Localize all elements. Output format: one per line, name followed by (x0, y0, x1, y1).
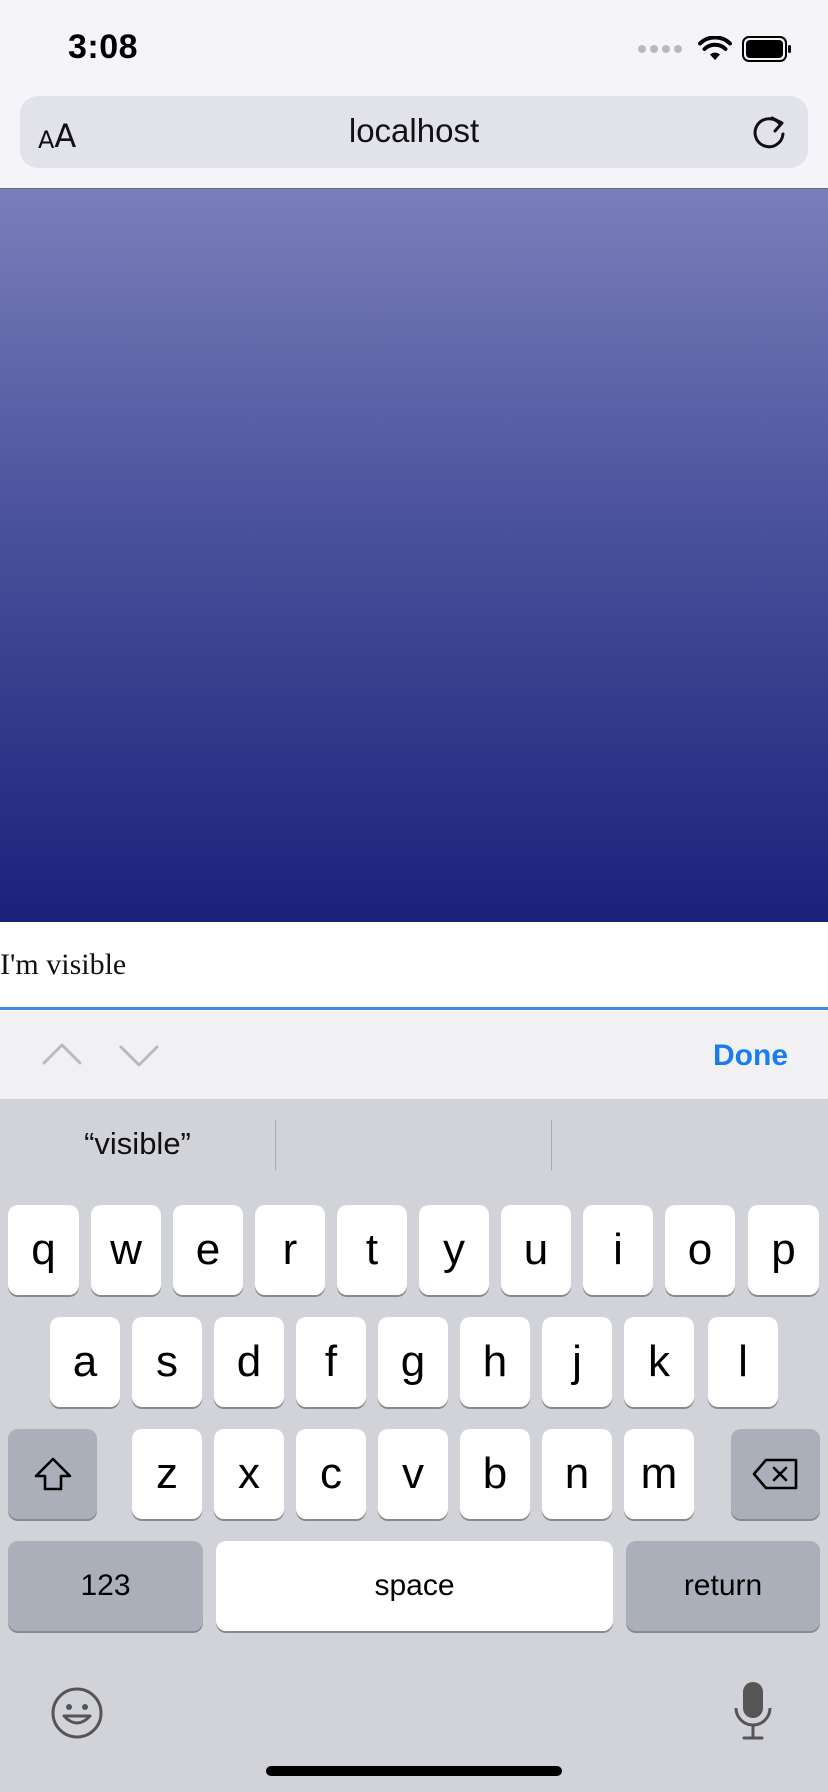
key-c[interactable]: c (296, 1429, 366, 1519)
suggestion-1[interactable]: “visible” (0, 1100, 275, 1188)
key-k[interactable]: k (624, 1317, 694, 1407)
key-g[interactable]: g (378, 1317, 448, 1407)
chevron-up-icon[interactable] (40, 1035, 84, 1075)
done-button[interactable]: Done (713, 1039, 788, 1073)
key-x[interactable]: x (214, 1429, 284, 1519)
key-t[interactable]: t (337, 1205, 407, 1295)
wifi-icon (698, 36, 732, 60)
text-field-value: I'm visible (0, 948, 127, 981)
url-text[interactable]: localhost (20, 112, 808, 150)
key-q[interactable]: q (8, 1205, 79, 1295)
shift-key[interactable] (8, 1429, 97, 1519)
key-d[interactable]: d (214, 1317, 284, 1407)
key-l[interactable]: l (708, 1317, 778, 1407)
text-input-field[interactable]: I'm visible (0, 922, 828, 1010)
return-key[interactable]: return (626, 1541, 820, 1631)
key-u[interactable]: u (501, 1205, 571, 1295)
key-o[interactable]: o (665, 1205, 735, 1295)
status-icons (638, 34, 792, 64)
key-w[interactable]: w (91, 1205, 161, 1295)
key-v[interactable]: v (378, 1429, 448, 1519)
key-s[interactable]: s (132, 1317, 202, 1407)
signal-icon (638, 45, 682, 53)
key-m[interactable]: m (624, 1429, 694, 1519)
suggestion-3[interactable] (552, 1100, 827, 1188)
key-n[interactable]: n (542, 1429, 612, 1519)
backspace-icon (752, 1458, 797, 1490)
backspace-key[interactable] (731, 1429, 820, 1519)
suggestion-bar: “visible” (0, 1100, 828, 1188)
status-time: 3:08 (68, 28, 139, 66)
key-z[interactable]: z (132, 1429, 202, 1519)
microphone-icon[interactable] (732, 1680, 774, 1742)
key-j[interactable]: j (542, 1317, 612, 1407)
key-b[interactable]: b (460, 1429, 530, 1519)
emoji-icon[interactable] (50, 1686, 104, 1740)
key-h[interactable]: h (460, 1317, 530, 1407)
reload-icon[interactable] (750, 112, 790, 152)
numbers-key[interactable]: 123 (8, 1541, 203, 1631)
key-f[interactable]: f (296, 1317, 366, 1407)
key-y[interactable]: y (419, 1205, 489, 1295)
key-r[interactable]: r (255, 1205, 325, 1295)
browser-chrome: A A localhost (0, 96, 828, 189)
shift-icon (34, 1457, 71, 1491)
suggestion-2[interactable] (276, 1100, 551, 1188)
address-bar[interactable]: A A localhost (20, 96, 808, 168)
gradient-panel (0, 189, 828, 922)
space-key[interactable]: space (216, 1541, 613, 1631)
battery-icon (742, 36, 791, 62)
key-p[interactable]: p (748, 1205, 819, 1295)
home-indicator (266, 1766, 562, 1776)
status-bar: 3:08 (0, 0, 828, 96)
chevron-down-icon[interactable] (117, 1035, 161, 1075)
key-a[interactable]: a (50, 1317, 120, 1407)
key-e[interactable]: e (173, 1205, 243, 1295)
key-i[interactable]: i (583, 1205, 653, 1295)
keyboard-accessory-bar: Done (0, 1011, 828, 1100)
